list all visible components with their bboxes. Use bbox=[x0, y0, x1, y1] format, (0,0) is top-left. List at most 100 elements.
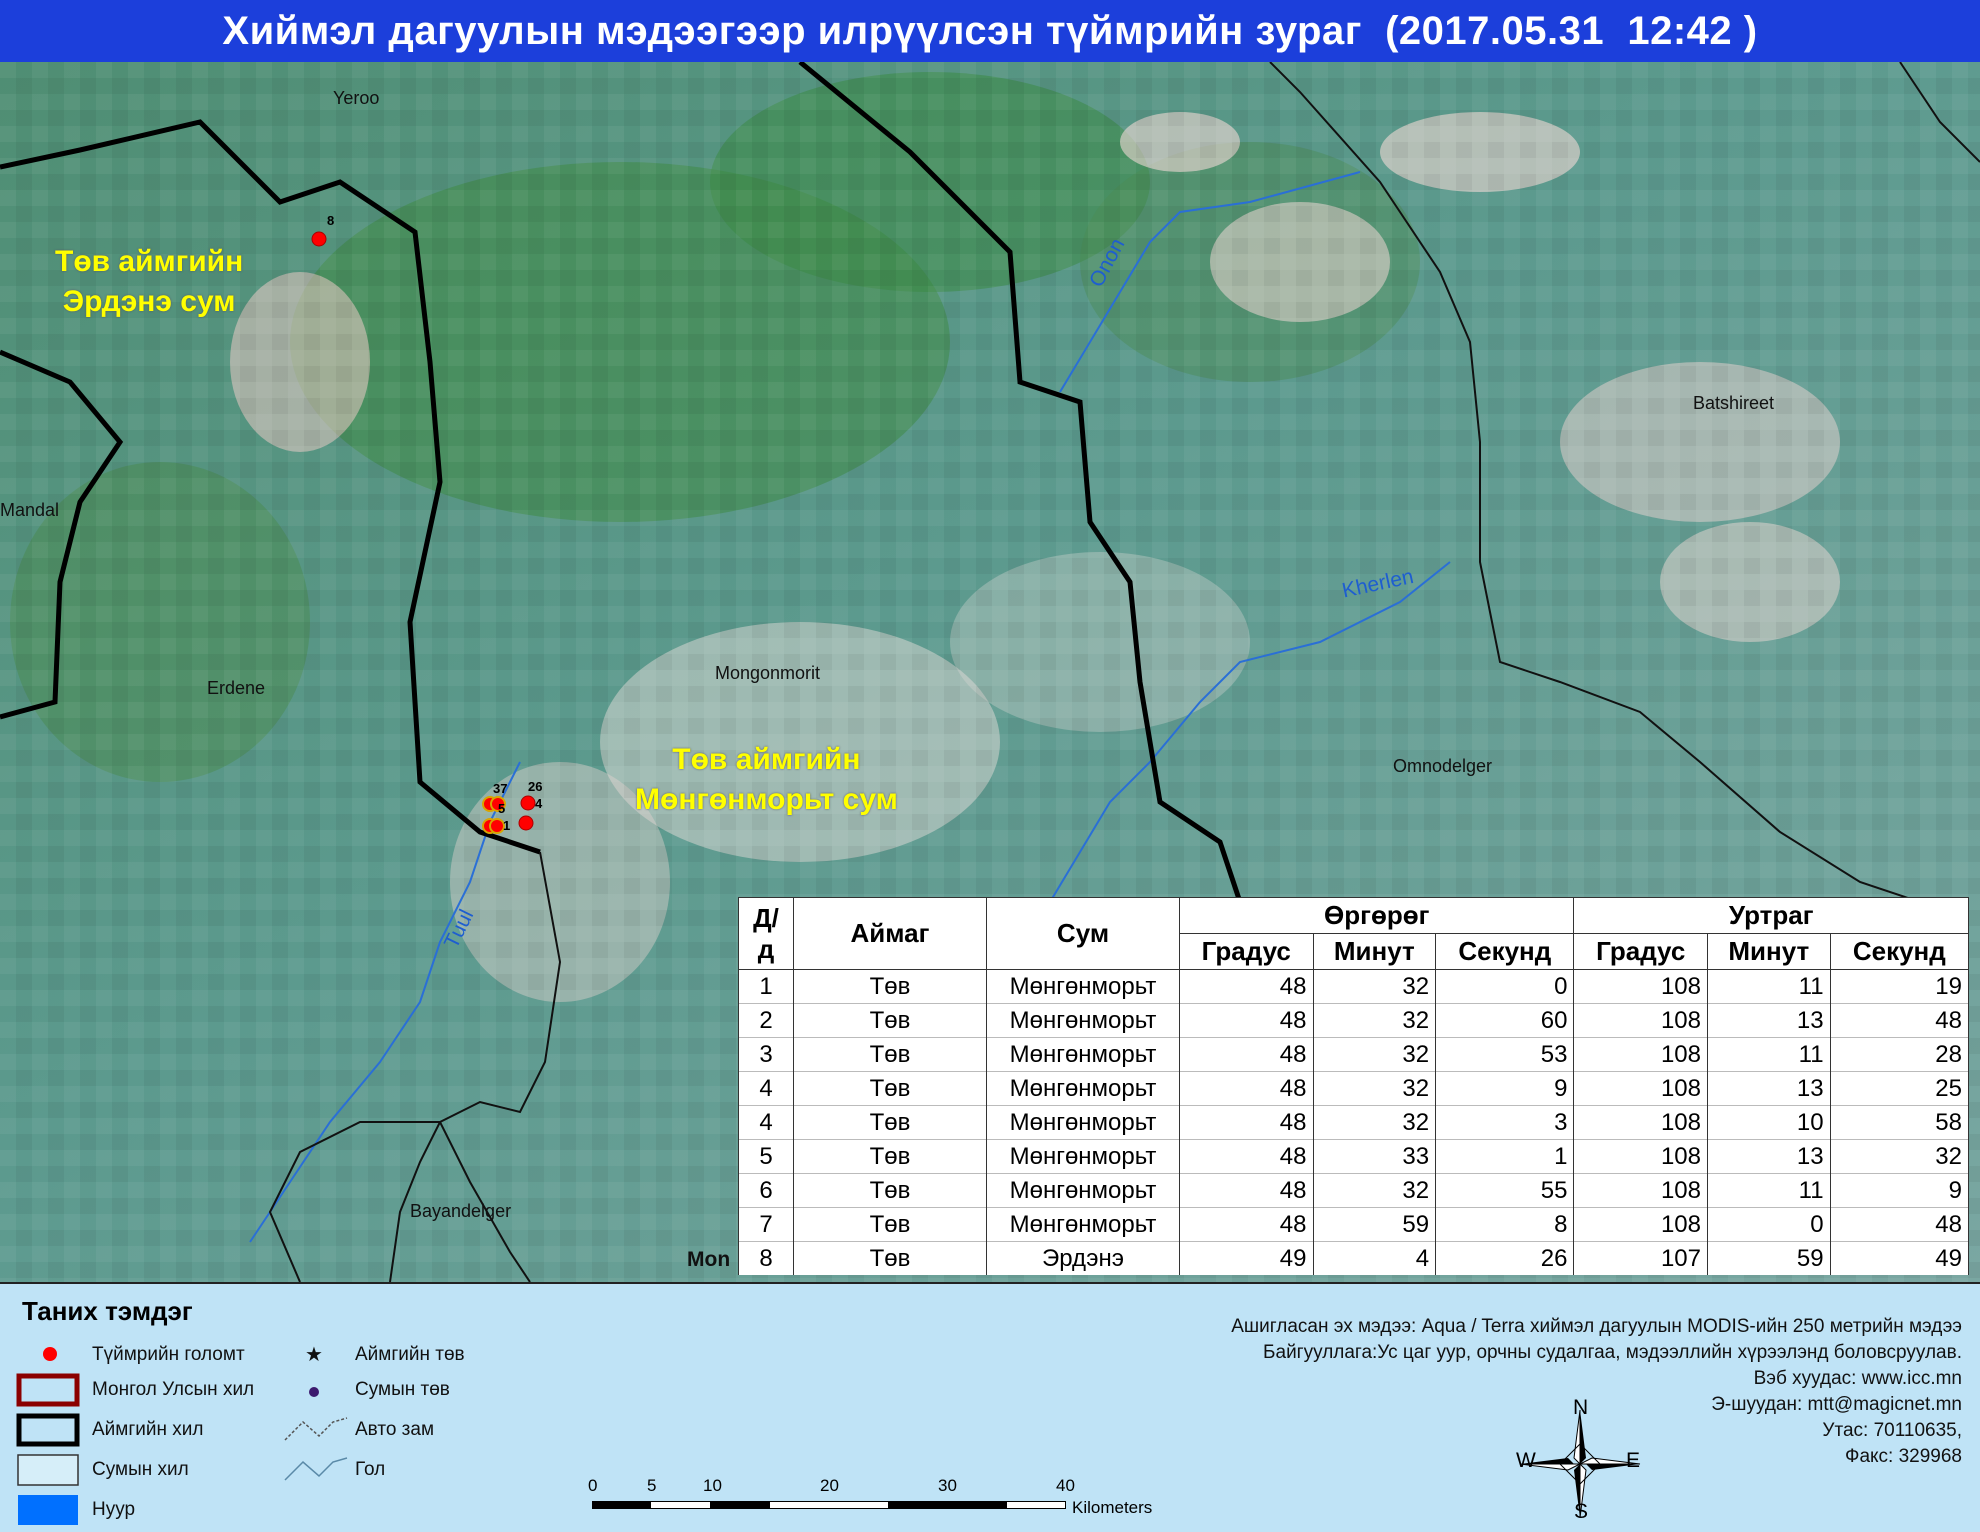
cell-lon-m: 11 bbox=[1706, 1173, 1831, 1208]
cell-lon-d: 108 bbox=[1573, 1105, 1708, 1140]
cell-aimag: Төв bbox=[793, 1139, 987, 1174]
cell-lon-m: 0 bbox=[1706, 1207, 1831, 1242]
scale-tick: 0 bbox=[588, 1476, 598, 1495]
compass-e: E bbox=[1626, 1449, 1641, 1472]
compass-w: W bbox=[1516, 1449, 1536, 1472]
cell-lat-m: 32 bbox=[1312, 1037, 1437, 1072]
cell-lon-d: 108 bbox=[1573, 1207, 1708, 1242]
place-label: Mandal bbox=[0, 500, 60, 520]
cell-lat-s: 60 bbox=[1435, 1003, 1575, 1038]
legend-sum: Сумын хил bbox=[92, 1459, 189, 1480]
fire-coordinates-table: Д/д Аймаг Сум Өргөрөг Уртраг Градус Мину… bbox=[738, 897, 1970, 1275]
cell-lon-s: 9 bbox=[1829, 1173, 1970, 1208]
cell-lat-d: 49 bbox=[1179, 1241, 1314, 1275]
cell-sum: Мөнгөнморьт bbox=[986, 1037, 1180, 1072]
info-line: Байгууллага:Ус цаг уур, орчны судалгаа, … bbox=[1263, 1342, 1962, 1363]
sum-center-dot-icon bbox=[309, 1387, 319, 1397]
table-row: 6 Төв Мөнгөнморьт 48 32 55 108 11 9 bbox=[738, 1173, 1970, 1208]
aimag-border-icon bbox=[16, 1413, 80, 1447]
fire-point bbox=[520, 795, 536, 811]
cell-no: 4 bbox=[738, 1105, 794, 1140]
cell-aimag: Төв bbox=[793, 1173, 987, 1208]
cell-lon-s: 58 bbox=[1829, 1105, 1970, 1140]
cell-no: 3 bbox=[738, 1037, 794, 1072]
cell-no: 5 bbox=[738, 1139, 794, 1174]
legend-national: Монгол Улсын хил bbox=[92, 1379, 255, 1400]
cell-lat-m: 4 bbox=[1312, 1241, 1437, 1275]
cell-sum: Мөнгөнморьт bbox=[986, 1071, 1180, 1106]
cell-lat-d: 48 bbox=[1179, 969, 1314, 1004]
region-line: Эрдэнэ сум bbox=[62, 285, 236, 318]
place-label: Erdene bbox=[207, 678, 266, 698]
cell-lon-m: 13 bbox=[1706, 1003, 1831, 1038]
place-label: Yeroo bbox=[333, 88, 380, 108]
scale-tick: 30 bbox=[938, 1476, 957, 1495]
col-lat-min: Минут bbox=[1312, 933, 1437, 970]
info-line: Факс: 329968 bbox=[1845, 1446, 1962, 1467]
cell-lon-s: 32 bbox=[1829, 1139, 1970, 1174]
cell-lon-s: 25 bbox=[1829, 1071, 1970, 1106]
info-line: Вэб хуудас: www.icc.mn bbox=[1753, 1368, 1962, 1389]
cell-lat-m: 32 bbox=[1312, 1173, 1437, 1208]
star-icon: ★ bbox=[305, 1344, 323, 1366]
fire-dot-icon bbox=[43, 1347, 57, 1361]
fire-number: 1 bbox=[503, 818, 511, 833]
info-line: Э-шуудан: mtt@magicnet.mn bbox=[1711, 1394, 1962, 1415]
scale-tick: 40 bbox=[1056, 1476, 1075, 1495]
legend-sum-center: Сумын төв bbox=[355, 1379, 450, 1400]
place-label: Mongonmorit bbox=[715, 663, 821, 683]
cell-lat-d: 48 bbox=[1179, 1173, 1314, 1208]
scale-unit: Kilometers bbox=[1072, 1498, 1153, 1517]
cell-lat-s: 8 bbox=[1435, 1207, 1575, 1242]
cell-lat-s: 0 bbox=[1435, 969, 1575, 1004]
region-line: Төв аймгийн bbox=[672, 743, 861, 776]
cell-lat-s: 53 bbox=[1435, 1037, 1575, 1072]
legend-lake: Нуур bbox=[92, 1499, 136, 1520]
cell-lon-m: 10 bbox=[1706, 1105, 1831, 1140]
cell-lat-s: 55 bbox=[1435, 1173, 1575, 1208]
fire-number: 8 bbox=[327, 213, 335, 228]
cell-lat-d: 48 bbox=[1179, 1037, 1314, 1072]
col-lat-sec: Секунд bbox=[1435, 933, 1575, 970]
legend-river: Гол bbox=[355, 1459, 386, 1480]
scale-tick: 5 bbox=[647, 1476, 657, 1495]
fire-point bbox=[518, 815, 534, 831]
legend-fire: Түймрийн голомт bbox=[92, 1344, 245, 1365]
legend-road: Авто зам bbox=[355, 1419, 435, 1440]
cell-lat-s: 9 bbox=[1435, 1071, 1575, 1106]
cell-lon-d: 108 bbox=[1573, 1037, 1708, 1072]
col-aimag: Аймаг bbox=[793, 897, 987, 970]
col-longitude: Уртраг bbox=[1573, 897, 1969, 934]
fire-number: 4 bbox=[535, 796, 543, 811]
fire-point bbox=[489, 818, 505, 834]
info-line: Утас: 70110635, bbox=[1822, 1420, 1962, 1441]
table-row: 5 Төв Мөнгөнморьт 48 33 1 108 13 32 bbox=[738, 1139, 1970, 1174]
table-row: 3 Төв Мөнгөнморьт 48 32 53 108 11 28 bbox=[738, 1037, 1970, 1072]
cell-lon-s: 19 bbox=[1829, 969, 1970, 1004]
cell-lon-m: 13 bbox=[1706, 1139, 1831, 1174]
cell-lon-d: 108 bbox=[1573, 1139, 1708, 1174]
region-line: Төв аймгийн bbox=[55, 245, 244, 278]
region-label-erdene: Төв аймгийн Эрдэнэ сум bbox=[55, 242, 243, 322]
cell-lon-m: 59 bbox=[1706, 1241, 1831, 1275]
col-no: Д/д bbox=[738, 897, 794, 970]
cell-sum: Мөнгөнморьт bbox=[986, 1173, 1180, 1208]
cell-lon-m: 11 bbox=[1706, 969, 1831, 1004]
cell-lon-s: 48 bbox=[1829, 1003, 1970, 1038]
cell-lon-s: 48 bbox=[1829, 1207, 1970, 1242]
cell-lon-s: 49 bbox=[1829, 1241, 1970, 1275]
fire-point bbox=[311, 231, 327, 247]
legend-aimag: Аймгийн хил bbox=[92, 1419, 204, 1440]
lake-icon bbox=[18, 1495, 78, 1525]
cell-lon-s: 28 bbox=[1829, 1037, 1970, 1072]
cell-no: 8 bbox=[738, 1241, 794, 1275]
cell-lat-m: 32 bbox=[1312, 1003, 1437, 1038]
legend-panel: Таних тэмдэг Түймрийн голомт Монгол Улсы… bbox=[0, 1282, 1980, 1532]
scale-tick: 20 bbox=[820, 1476, 839, 1495]
cell-sum: Мөнгөнморьт bbox=[986, 1207, 1180, 1242]
cell-lat-m: 33 bbox=[1312, 1139, 1437, 1174]
col-lon-deg: Градус bbox=[1573, 933, 1708, 970]
table-row: 4 Төв Мөнгөнморьт 48 32 3 108 10 58 bbox=[738, 1105, 1970, 1140]
cell-aimag: Төв bbox=[793, 1003, 987, 1038]
cell-sum: Эрдэнэ bbox=[986, 1241, 1180, 1275]
